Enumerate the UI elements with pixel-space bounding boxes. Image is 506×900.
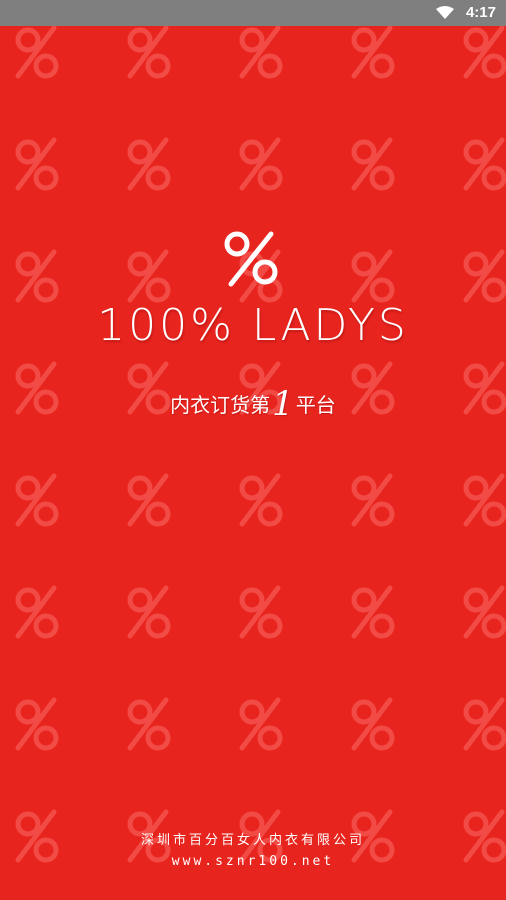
percent-logo-icon [224,231,278,287]
website-url: www.sznr100.net [171,854,335,869]
tagline-text: 内衣订货第 [170,393,271,417]
status-bar: 4:17 [0,0,506,26]
brand-name: 100% LADYS [97,300,409,351]
footer: 深圳市百分百女人内衣有限公司 www.sznr100.net [0,830,506,872]
wifi-icon [436,6,454,19]
percent-pattern-background [0,26,506,900]
tagline-number: 1 [272,384,294,424]
status-time: 4:17 [465,4,496,21]
company-name: 深圳市百分百女人内衣有限公司 [140,833,365,848]
tagline: 内衣订货第1 平台 [0,387,506,421]
tagline-text-end: 平台 [295,393,336,417]
